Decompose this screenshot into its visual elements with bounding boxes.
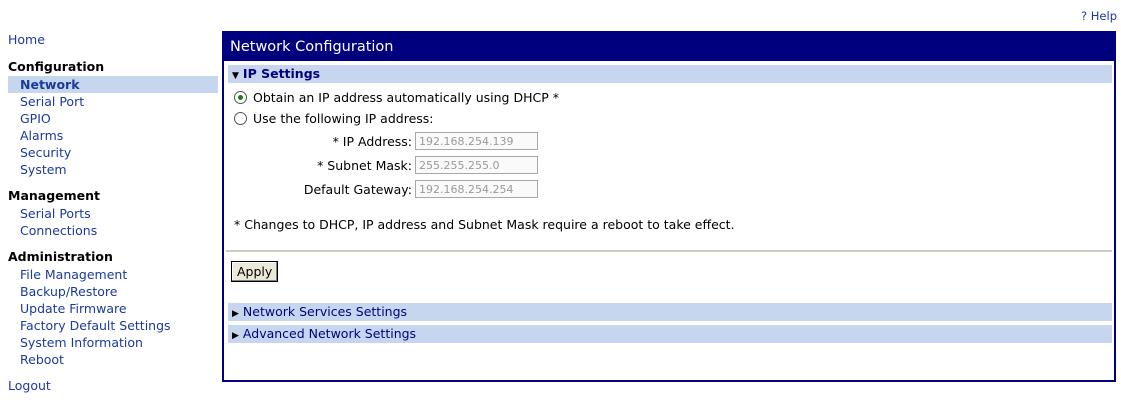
nav-item-factory-default-settings[interactable]: Factory Default Settings bbox=[8, 317, 218, 334]
nav-item-system-information[interactable]: System Information bbox=[8, 334, 218, 351]
advanced-network-toggle[interactable]: ▶ Advanced Network Settings bbox=[228, 325, 1112, 343]
default-gateway-input[interactable] bbox=[415, 180, 538, 198]
apply-button[interactable]: Apply bbox=[231, 261, 279, 282]
nav-item-gpio[interactable]: GPIO bbox=[8, 110, 218, 127]
nav-item-reboot[interactable]: Reboot bbox=[8, 351, 218, 368]
ip-address-input[interactable] bbox=[415, 132, 538, 150]
triangle-right-icon: ▶ bbox=[232, 331, 239, 341]
default-gateway-row: Default Gateway: bbox=[234, 177, 1104, 201]
divider bbox=[226, 250, 1112, 252]
subnet-mask-label: * Subnet Mask: bbox=[317, 157, 412, 173]
nav-group-management: Management Serial Ports Connections bbox=[8, 188, 218, 239]
nav-item-alarms[interactable]: Alarms bbox=[8, 127, 218, 144]
sidebar: Home Configuration Network Serial Port G… bbox=[8, 32, 218, 393]
help-link[interactable]: ? Help bbox=[1081, 9, 1117, 23]
static-option-label: Use the following IP address: bbox=[253, 111, 434, 126]
ip-address-row: * IP Address: bbox=[234, 129, 1104, 153]
reboot-note: * Changes to DHCP, IP address and Subnet… bbox=[234, 217, 735, 232]
triangle-down-icon: ▼ bbox=[232, 71, 239, 81]
nav-item-system[interactable]: System bbox=[8, 161, 218, 178]
nav-heading-administration: Administration bbox=[8, 249, 113, 264]
nav-logout[interactable]: Logout bbox=[8, 378, 218, 393]
default-gateway-label: Default Gateway: bbox=[303, 181, 412, 197]
nav-item-connections[interactable]: Connections bbox=[8, 222, 218, 239]
nav-item-serial-ports[interactable]: Serial Ports bbox=[8, 205, 218, 222]
nav-item-serial-port[interactable]: Serial Port bbox=[8, 93, 218, 110]
ip-settings-toggle[interactable]: ▼ IP Settings bbox=[228, 65, 1112, 83]
dhcp-radio[interactable] bbox=[234, 91, 247, 104]
network-configuration-panel: Network Configuration ▼ IP Settings Obtai… bbox=[222, 31, 1116, 382]
ip-settings-heading: IP Settings bbox=[242, 66, 321, 81]
subnet-mask-row: * Subnet Mask: bbox=[234, 153, 1104, 177]
nav-heading-management: Management bbox=[8, 188, 101, 203]
nav-home[interactable]: Home bbox=[8, 32, 218, 47]
static-option[interactable]: Use the following IP address: bbox=[234, 108, 1104, 129]
nav-group-administration: Administration File Management Backup/Re… bbox=[8, 249, 218, 368]
network-services-label: Network Services Settings bbox=[242, 304, 408, 319]
nav-item-backup-restore[interactable]: Backup/Restore bbox=[8, 283, 218, 300]
nav-item-file-management[interactable]: File Management bbox=[8, 266, 218, 283]
advanced-network-label: Advanced Network Settings bbox=[242, 326, 417, 341]
static-ip-radio[interactable] bbox=[234, 112, 247, 125]
dhcp-option-label: Obtain an IP address automatically using… bbox=[253, 90, 559, 105]
ip-settings-body: Obtain an IP address automatically using… bbox=[224, 83, 1114, 232]
nav-item-security[interactable]: Security bbox=[8, 144, 218, 161]
triangle-right-icon: ▶ bbox=[232, 309, 239, 319]
nav-heading-configuration: Configuration bbox=[8, 59, 105, 74]
dhcp-option[interactable]: Obtain an IP address automatically using… bbox=[234, 87, 1104, 108]
nav-item-network[interactable]: Network bbox=[8, 76, 218, 93]
nav-item-update-firmware[interactable]: Update Firmware bbox=[8, 300, 218, 317]
nav-group-configuration: Configuration Network Serial Port GPIO A… bbox=[8, 59, 218, 178]
ip-address-label: * IP Address: bbox=[332, 133, 412, 149]
subnet-mask-input[interactable] bbox=[415, 156, 538, 174]
panel-title: Network Configuration bbox=[224, 33, 1114, 61]
network-services-toggle[interactable]: ▶ Network Services Settings bbox=[228, 303, 1112, 321]
